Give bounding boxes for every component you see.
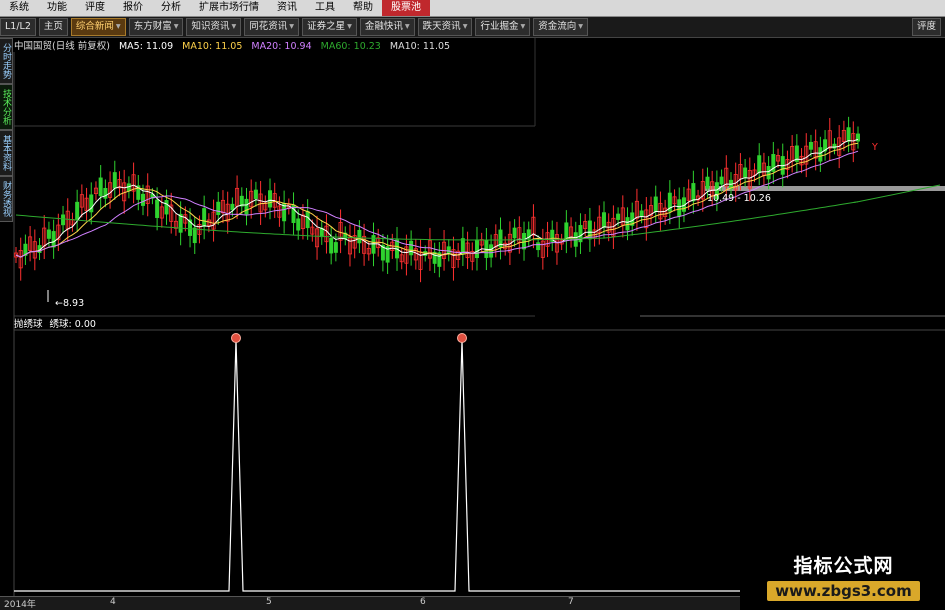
date-axis: 2014年 4 5 6 7 — [0, 596, 740, 610]
candle-body — [691, 183, 696, 202]
axis-month-6: 6 — [420, 597, 426, 607]
candle-body — [846, 127, 851, 142]
signal-ball-icon — [231, 333, 241, 343]
candle-body — [743, 167, 748, 179]
candle-body — [112, 172, 117, 189]
candle-body — [522, 233, 527, 250]
candle-body — [719, 176, 724, 185]
signal-line — [14, 339, 740, 592]
indicator-name: 抛绣球 — [14, 319, 43, 330]
candle-body — [446, 246, 451, 255]
axis-month-7: 7 — [568, 597, 574, 607]
range-label: 10.49 - 10.26 — [707, 193, 771, 204]
candle-body — [512, 227, 517, 239]
stock-chart[interactable]: ←8.93 10.49 - 10.26 Y — [0, 0, 945, 609]
candle-body — [616, 213, 621, 220]
candle-body — [329, 237, 334, 254]
candle-body — [51, 231, 56, 248]
ma60-line — [15, 201, 859, 241]
watermark-url: www.zbgs3.com — [767, 581, 920, 601]
watermark: 指标公式网 www.zbgs3.com — [742, 545, 945, 609]
candle-body — [244, 198, 249, 215]
candle-body — [253, 189, 258, 199]
candle-body — [757, 155, 762, 174]
axis-month-5: 5 — [266, 597, 272, 607]
y-marker-label: Y — [871, 142, 878, 153]
candle-body — [192, 227, 197, 244]
candle-body — [705, 176, 710, 189]
candle-body — [409, 240, 414, 256]
candle-body — [61, 214, 66, 226]
indicator-value: 绣球: 0.00 — [49, 319, 96, 330]
candle-body — [808, 141, 813, 150]
candle-body — [296, 218, 301, 231]
signal-ball-icon — [457, 333, 467, 343]
candle-body — [164, 200, 169, 215]
candle-body — [98, 177, 103, 197]
candle-body — [818, 147, 823, 162]
candle-body — [536, 242, 541, 251]
candle-body — [766, 165, 771, 180]
candle-body — [601, 212, 606, 228]
candle-body — [75, 201, 80, 220]
candle-body — [333, 242, 338, 253]
axis-month-4: 4 — [110, 597, 116, 607]
candle-body — [677, 199, 682, 217]
candle-body — [357, 229, 362, 244]
candle-body — [832, 143, 837, 149]
low-price-label: ←8.93 — [55, 298, 84, 309]
candle-body — [474, 239, 479, 259]
candle-body — [305, 210, 310, 229]
candle-body — [202, 208, 207, 227]
candle-body — [103, 188, 108, 199]
candle-body — [268, 190, 273, 208]
candle-body — [155, 199, 160, 218]
candle-body — [653, 196, 658, 213]
lower-indicator-label: 抛绣球 绣球: 0.00 — [14, 316, 100, 330]
candle-body — [230, 203, 235, 211]
candle-body — [141, 193, 146, 206]
candle-body — [639, 210, 644, 217]
candle-body — [216, 201, 221, 216]
watermark-title: 指标公式网 — [793, 555, 894, 577]
price-level-band — [705, 186, 945, 191]
axis-year: 2014年 — [4, 600, 36, 610]
candle-body — [46, 229, 51, 239]
candle-body — [625, 217, 630, 231]
